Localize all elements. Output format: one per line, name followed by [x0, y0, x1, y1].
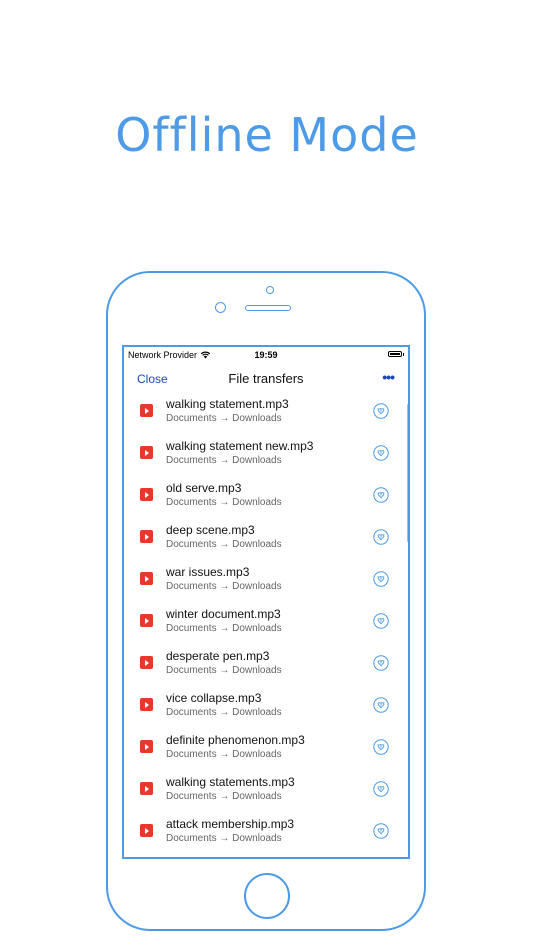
file-name: old serve.mp3: [166, 481, 242, 495]
file-path: Documents → Downloads: [166, 497, 282, 508]
file-path: Documents → Downloads: [166, 623, 282, 634]
file-path: Documents → Downloads: [166, 413, 282, 424]
play-file-icon: [140, 656, 153, 669]
home-button[interactable]: [244, 873, 290, 919]
download-circle-icon[interactable]: [373, 613, 389, 629]
file-row[interactable]: walking statements.mp3 Documents → Downl…: [124, 773, 408, 815]
file-path: Documents → Downloads: [166, 581, 282, 592]
play-file-icon: [140, 404, 153, 417]
play-file-icon: [140, 530, 153, 543]
file-name: deep scene.mp3: [166, 523, 255, 537]
status-time: 19:59: [254, 350, 278, 360]
file-path: Documents → Downloads: [166, 539, 282, 550]
file-path: Documents → Downloads: [166, 707, 282, 718]
play-file-icon: [140, 740, 153, 753]
file-name: winter document.mp3: [166, 607, 281, 621]
file-name: desperate pen.mp3: [166, 649, 270, 663]
file-name: definite phenomenon.mp3: [166, 733, 305, 747]
download-circle-icon[interactable]: [373, 571, 389, 587]
file-name: vice collapse.mp3: [166, 691, 262, 705]
file-name: war issues.mp3: [166, 565, 250, 579]
camera-dot-icon: [266, 286, 274, 294]
phone-frame: Network Provider 19:59 Close File transf…: [106, 271, 426, 931]
more-options-icon[interactable]: •••: [382, 369, 395, 385]
file-row[interactable]: deep scene.mp3 Documents → Downloads: [124, 521, 408, 563]
play-file-icon: [140, 446, 153, 459]
play-file-icon: [140, 488, 153, 501]
file-row[interactable]: attack membership.mp3 Documents → Downlo…: [124, 815, 408, 857]
file-row[interactable]: vice collapse.mp3 Documents → Downloads: [124, 689, 408, 731]
front-camera-icon: [215, 302, 226, 313]
page: Offline Mode Network Provider 19:59 Clos…: [0, 0, 534, 950]
download-circle-icon[interactable]: [373, 487, 389, 503]
file-name: walking statements.mp3: [166, 775, 295, 789]
page-title: File transfers: [228, 371, 304, 386]
play-file-icon: [140, 614, 153, 627]
play-file-icon: [140, 572, 153, 585]
file-path: Documents → Downloads: [166, 791, 282, 802]
play-file-icon: [140, 824, 153, 837]
file-path: Documents → Downloads: [166, 833, 282, 844]
file-path: Documents → Downloads: [166, 665, 282, 676]
file-name: attack membership.mp3: [166, 817, 295, 831]
download-circle-icon[interactable]: [373, 739, 389, 755]
download-circle-icon[interactable]: [373, 823, 389, 839]
file-row[interactable]: walking statement.mp3 Documents → Downlo…: [124, 395, 408, 437]
download-circle-icon[interactable]: [373, 529, 389, 545]
download-circle-icon[interactable]: [373, 445, 389, 461]
file-path: Documents → Downloads: [166, 749, 282, 760]
file-row[interactable]: definite phenomenon.mp3 Documents → Down…: [124, 731, 408, 773]
nav-bar: Close File transfers •••: [124, 363, 408, 395]
download-circle-icon[interactable]: [373, 655, 389, 671]
file-row[interactable]: old serve.mp3 Documents → Downloads: [124, 479, 408, 521]
headline: Offline Mode: [115, 108, 419, 162]
battery-icon: [388, 351, 402, 357]
file-path: Documents → Downloads: [166, 455, 282, 466]
battery-tip: [402, 353, 404, 356]
speaker-icon: [245, 305, 291, 311]
file-row[interactable]: desperate pen.mp3 Documents → Downloads: [124, 647, 408, 689]
download-circle-icon[interactable]: [373, 697, 389, 713]
file-list: walking statement.mp3 Documents → Downlo…: [124, 395, 408, 857]
play-file-icon: [140, 782, 153, 795]
file-name: walking statement.mp3: [166, 397, 289, 411]
download-circle-icon[interactable]: [373, 403, 389, 419]
scrollbar[interactable]: [407, 404, 408, 542]
file-row[interactable]: winter document.mp3 Documents → Download…: [124, 605, 408, 647]
file-row[interactable]: war issues.mp3 Documents → Downloads: [124, 563, 408, 605]
play-file-icon: [140, 698, 153, 711]
file-name: walking statement new.mp3: [166, 439, 314, 453]
status-bar: Network Provider 19:59: [124, 347, 408, 363]
screen: Network Provider 19:59 Close File transf…: [122, 345, 410, 859]
download-circle-icon[interactable]: [373, 781, 389, 797]
file-row[interactable]: walking statement new.mp3 Documents → Do…: [124, 437, 408, 479]
